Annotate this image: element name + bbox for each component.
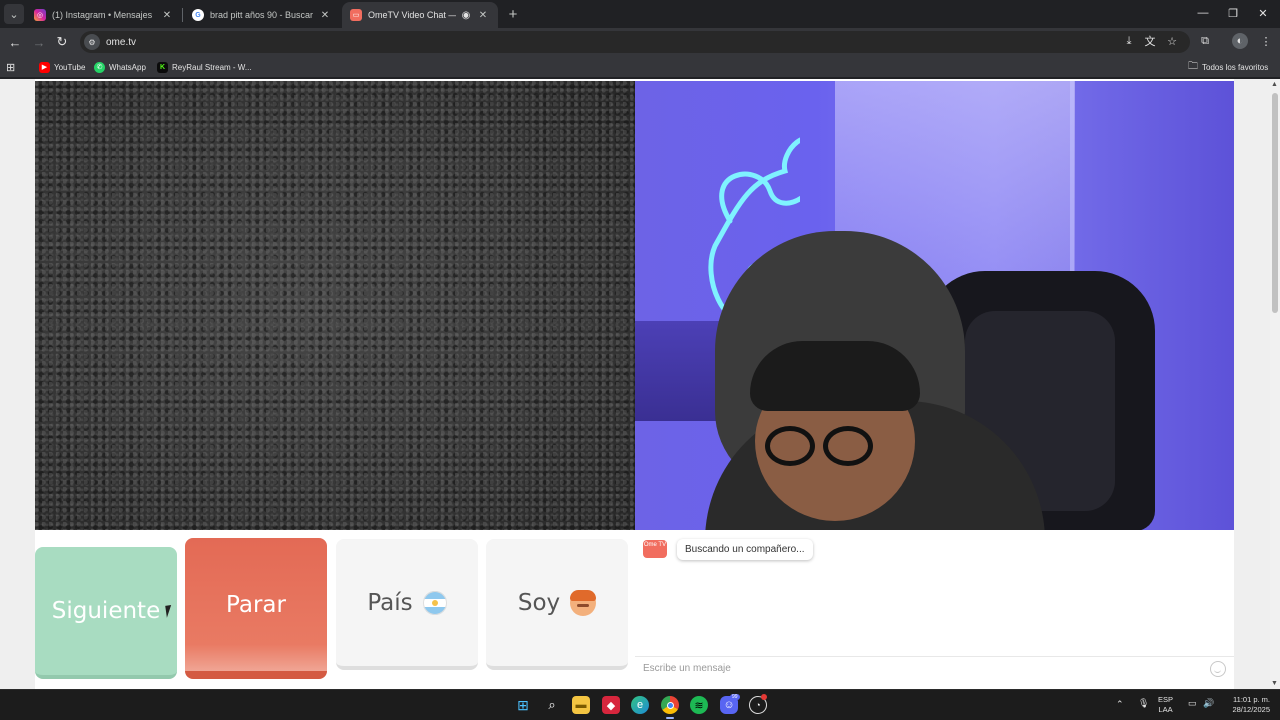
system-clock[interactable]: 11:01 p. m. 28/12/2025: [1220, 695, 1270, 715]
ometv-logo-icon: Ome TV: [643, 540, 667, 558]
address-bar[interactable]: ⚙ ome.tv: [80, 31, 1190, 53]
tab-google-search[interactable]: G brad pitt años 90 - Buscar con Google …: [184, 2, 340, 28]
beanie: [750, 341, 920, 411]
tab-instagram[interactable]: ◎ (1) Instagram • Mensajes ✕: [26, 2, 182, 28]
close-icon[interactable]: ✕: [160, 8, 174, 22]
browser-toolbar: ← → ↻ ⚙ ome.tv ⤓ 文 ☆ ⧉ ◐ ⋮: [0, 28, 1280, 56]
folder-icon: 🗀: [1188, 60, 1198, 72]
reload-icon[interactable]: ↻: [52, 32, 72, 52]
page-scrollbar[interactable]: ▲ ▼: [1270, 79, 1280, 689]
back-arrow-icon[interactable]: ←: [5, 32, 25, 52]
kick-icon: K: [157, 61, 168, 73]
volume-icon[interactable]: 🔊: [1203, 698, 1214, 709]
extensions-icon[interactable]: ⧉: [1197, 33, 1213, 49]
active-app-indicator: [666, 717, 674, 719]
tab-search-icon[interactable]: ⌄: [4, 4, 24, 24]
search-icon[interactable]: ⌕: [543, 696, 561, 714]
bookmark-label: WhatsApp: [109, 62, 146, 72]
edge-icon[interactable]: e: [631, 696, 649, 714]
scroll-up-icon[interactable]: ▲: [1271, 81, 1278, 88]
self-webcam-video: [635, 81, 1234, 530]
instagram-icon: ◎: [34, 9, 46, 21]
stop-button[interactable]: Parar: [185, 538, 327, 679]
ometv-icon: ▭: [350, 9, 362, 21]
whatsapp-icon: ✆: [94, 61, 105, 73]
smiley-icon[interactable]: [1210, 661, 1226, 677]
profile-avatar-icon[interactable]: ◐: [1232, 33, 1248, 49]
google-icon: G: [192, 9, 204, 21]
gender-label: Soy: [517, 589, 561, 616]
translate-icon[interactable]: 文: [1142, 33, 1158, 49]
next-label: Siguiente: [51, 598, 161, 624]
argentina-flag-icon: [422, 590, 447, 615]
tab-title: (1) Instagram • Mensajes: [52, 10, 153, 20]
recording-icon: ◉: [461, 9, 471, 21]
minimize-icon[interactable]: —: [1188, 4, 1218, 22]
country-label: País: [367, 589, 413, 616]
all-bookmarks-folder[interactable]: 🗀 Todos los favoritos: [1188, 59, 1268, 75]
boy-emoji-icon: [570, 589, 597, 616]
microphone-icon[interactable]: 🎙: [1138, 698, 1149, 709]
media-app-icon[interactable]: ◆: [602, 696, 620, 714]
language-layout: LAA: [1158, 705, 1173, 714]
page-margin-left: [0, 79, 35, 689]
new-tab-icon[interactable]: +: [504, 5, 522, 23]
windows-taskbar: ⊞ ⌕ ▬ ◆ e ≋ ☺ 99 ◔ ⌃ 🎙 ESP LAA ▭ 🔊 11:01…: [0, 689, 1280, 720]
clock-date: 28/12/2025: [1232, 705, 1270, 714]
bookmark-star-icon[interactable]: ☆: [1164, 33, 1180, 49]
tab-ometv[interactable]: ▭ OmeTV Video Chat — Ome ◉ ✕: [342, 2, 498, 28]
apps-grid-icon[interactable]: ⊞: [6, 59, 15, 75]
bookmark-whatsapp[interactable]: ✆ WhatsApp: [94, 59, 146, 75]
bookmark-youtube[interactable]: ▶ YouTube: [39, 59, 85, 75]
chat-panel: Ome TV Buscando un compañero...: [635, 530, 1234, 680]
glasses-right: [823, 426, 873, 466]
restore-icon[interactable]: ❐: [1218, 4, 1248, 22]
bookmark-label: YouTube: [54, 62, 86, 72]
chat-message-input[interactable]: [643, 663, 1183, 674]
menu-kebab-icon[interactable]: ⋮: [1258, 33, 1274, 49]
network-icon[interactable]: ▭: [1188, 698, 1197, 709]
bookmarks-bar: ⊞ ▶ YouTube ✆ WhatsApp K ReyRaul Stream …: [0, 56, 1280, 78]
chat-input-bar: [635, 656, 1234, 680]
gender-button[interactable]: Soy: [486, 539, 628, 670]
bookmark-reyraul-stream[interactable]: K ReyRaul Stream - W...: [157, 59, 252, 75]
forward-arrow-icon[interactable]: →: [29, 32, 49, 52]
notification-badge: 99: [730, 694, 740, 700]
spotify-icon[interactable]: ≋: [690, 696, 708, 714]
clock-time: 11:01 p. m.: [1233, 695, 1270, 704]
url-text: ome.tv: [106, 36, 137, 48]
windows-start-icon[interactable]: ⊞: [514, 696, 532, 714]
tab-title: OmeTV Video Chat — Ome: [368, 10, 456, 20]
close-icon[interactable]: ✕: [476, 8, 490, 22]
site-info-icon[interactable]: ⚙: [84, 34, 100, 50]
mouse-cursor-icon: [165, 604, 179, 618]
chevron-up-icon[interactable]: ⌃: [1116, 699, 1124, 710]
page-margin-right: [1234, 79, 1270, 689]
scrollbar-thumb[interactable]: [1272, 93, 1278, 313]
all-bookmarks-label: Todos los favoritos: [1202, 62, 1269, 72]
bookmark-label: ReyRaul Stream - W...: [172, 62, 252, 72]
ometv-page: Siguiente Parar País Soy Ome TV Buscando…: [0, 79, 1280, 689]
chrome-icon[interactable]: [661, 696, 679, 714]
language-code: ESP: [1158, 695, 1174, 704]
stop-label: Parar: [226, 591, 286, 618]
youtube-icon: ▶: [39, 61, 50, 73]
glasses-left: [765, 426, 815, 466]
next-button[interactable]: Siguiente: [35, 547, 177, 679]
country-button[interactable]: País: [336, 539, 478, 670]
status-message: Buscando un compañero...: [677, 539, 813, 560]
language-indicator[interactable]: ESP LAA: [1158, 695, 1173, 715]
install-app-icon[interactable]: ⤓: [1121, 33, 1137, 49]
close-icon[interactable]: ✕: [318, 8, 332, 22]
close-window-icon[interactable]: ✕: [1248, 4, 1278, 22]
scroll-down-icon[interactable]: ▼: [1271, 680, 1278, 687]
partner-video-static: [35, 81, 635, 530]
tab-title: brad pitt años 90 - Buscar con Google: [210, 10, 314, 20]
tab-separator: [182, 8, 183, 22]
notification-dot: [761, 694, 767, 700]
tab-strip: ⌄ ◎ (1) Instagram • Mensajes ✕ G brad pi…: [0, 0, 1280, 28]
file-explorer-icon[interactable]: ▬: [572, 696, 590, 714]
